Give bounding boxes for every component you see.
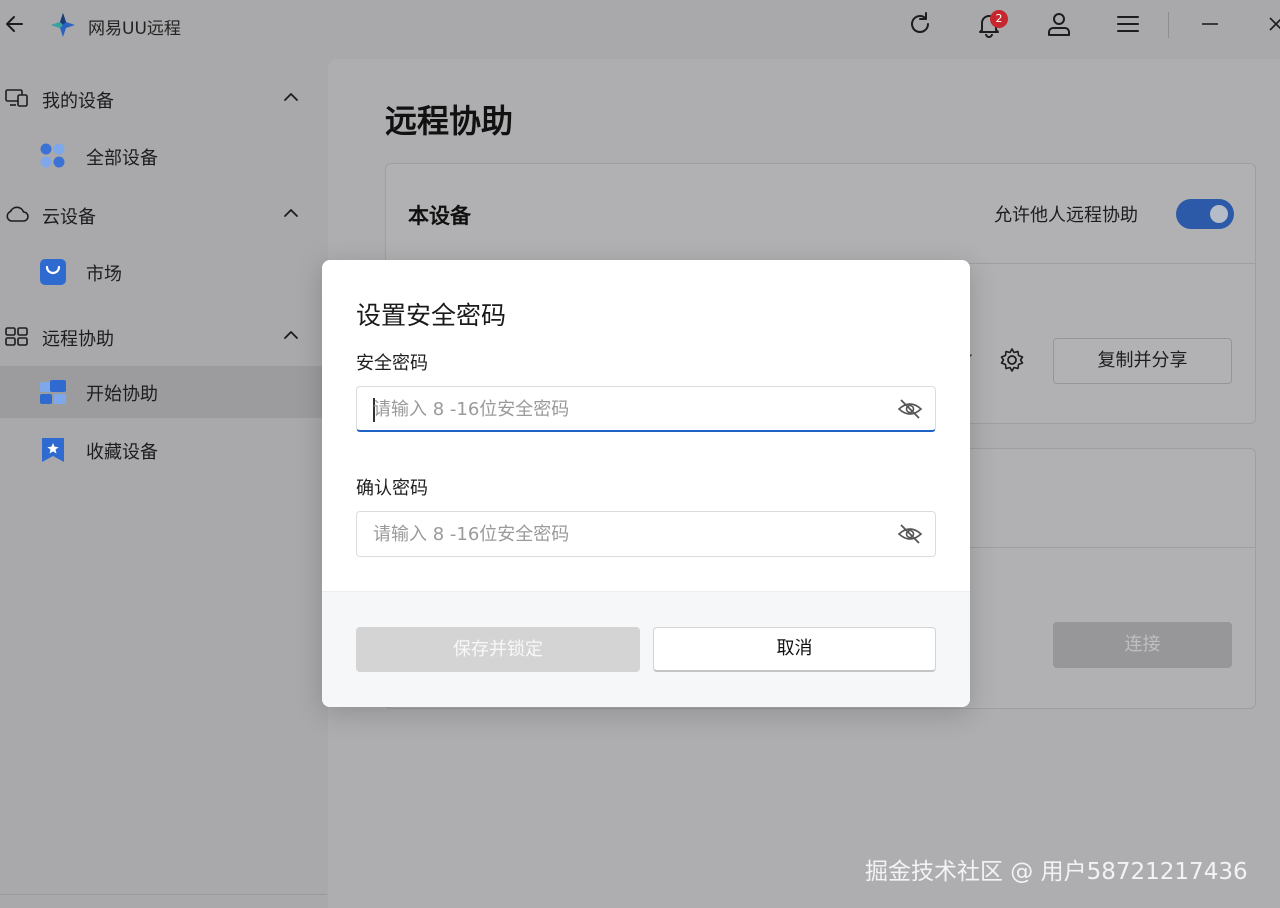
cancel-button[interactable]: 取消 [653,627,936,672]
user-icon[interactable] [1045,10,1073,38]
refresh-icon[interactable] [906,10,934,38]
chevron-up-icon[interactable] [282,90,300,104]
chevron-up-icon[interactable] [282,328,300,342]
eye-off-icon[interactable] [897,522,923,546]
password-input[interactable] [373,396,873,422]
cloud-icon [6,206,29,222]
eye-off-icon[interactable] [897,397,923,421]
sidebar-group-label: 云设备 [42,207,96,228]
start-assist-icon [40,380,66,404]
app-title: 网易UU远程 [88,19,181,39]
menu-icon[interactable] [1114,10,1142,38]
title-bar: 网易UU远程 2 [0,0,1280,50]
save-and-lock-button[interactable]: 保存并锁定 [356,627,640,672]
sidebar-group-label: 我的设备 [42,91,114,112]
sidebar-item-label: 收藏设备 [86,442,158,463]
allow-remote-label: 允许他人远程协助 [994,205,1138,226]
sidebar-item-start-assist[interactable]: 开始协助 [0,366,322,418]
bookmark-star-icon [42,438,64,462]
sidebar-item-favorite-devices[interactable]: 收藏设备 [0,424,322,476]
sidebar-group-my-devices[interactable]: 我的设备 [0,76,327,120]
sidebar-group-cloud-devices[interactable]: 云设备 [0,192,327,236]
allow-remote-toggle[interactable] [1176,199,1234,229]
title-bar-divider [1168,12,1169,38]
devices-icon [5,89,28,107]
connect-button[interactable]: 连接 [1053,622,1232,668]
chevron-up-icon[interactable] [282,206,300,220]
password-field[interactable] [356,386,936,432]
confirm-password-input[interactable] [373,521,873,547]
sidebar-divider [0,894,327,895]
set-password-dialog: 设置安全密码 安全密码 确认密码 保存并锁定 取消 [322,260,970,707]
copy-and-share-button[interactable]: 复制并分享 [1053,338,1232,384]
sidebar-item-all-devices[interactable]: 全部设备 [0,130,322,182]
sidebar-group-label: 远程协助 [42,329,114,350]
app-logo-icon [51,13,75,37]
all-devices-icon [40,143,65,168]
notification-badge: 2 [990,10,1008,28]
remote-assist-icon [5,327,28,346]
gear-icon[interactable] [998,346,1026,374]
sidebar: 我的设备 全部设备 云设备 市场 远程协助 开始协助 收藏设备 [0,50,327,908]
watermark: 掘金技术社区 @ 用户58721217436 [865,859,1248,885]
dialog-title: 设置安全密码 [356,301,507,330]
password-label: 安全密码 [356,353,428,374]
minimize-icon[interactable] [1196,10,1224,38]
sidebar-group-remote-assist[interactable]: 远程协助 [0,314,327,358]
shopping-bag-icon [40,259,66,285]
sidebar-item-market[interactable]: 市场 [0,246,322,298]
sidebar-item-label: 开始协助 [86,384,158,405]
toggle-knob [1210,205,1228,223]
confirm-password-label: 确认密码 [356,478,428,499]
sidebar-item-label: 市场 [86,264,122,285]
page-title: 远程协助 [385,102,514,140]
back-arrow-icon[interactable] [4,12,26,36]
card-title: 本设备 [408,204,471,228]
confirm-password-field[interactable] [356,511,936,557]
close-icon[interactable] [1262,10,1280,38]
sidebar-item-label: 全部设备 [86,148,158,169]
